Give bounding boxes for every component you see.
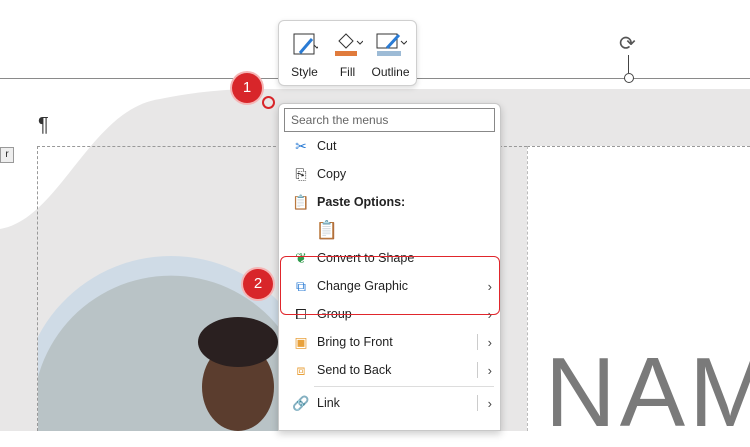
outline-pen-icon (375, 27, 407, 57)
highlight-box (280, 256, 500, 315)
rotate-handle-icon[interactable]: ⟳ (619, 33, 636, 55)
fill-button[interactable]: Fill (328, 27, 367, 85)
copy-icon: ⎘ (295, 165, 307, 182)
chevron-right-icon[interactable]: › (488, 335, 492, 350)
menu-item-paste-options: 📋 Paste Options: (279, 188, 500, 216)
anchor-tag: r (0, 147, 14, 163)
rotate-line (628, 55, 629, 73)
style-icon (292, 27, 318, 57)
name-heading[interactable]: NAM (545, 343, 750, 441)
callout-badge-1: 1 (232, 73, 262, 103)
split-divider (477, 362, 478, 378)
search-menus-input[interactable]: Search the menus (284, 108, 495, 132)
split-divider (477, 395, 478, 411)
style-button[interactable]: Style (285, 27, 324, 85)
chevron-right-icon[interactable]: › (488, 396, 492, 411)
bring-front-icon: ▣ (294, 333, 308, 350)
chevron-right-icon[interactable]: › (488, 363, 492, 378)
menu-item-cut[interactable]: ✂ Cut (279, 132, 500, 160)
send-back-icon: ⧈ (296, 361, 306, 378)
mini-toolbar: Style Fill Outline (278, 20, 417, 86)
paragraph-mark: ¶ (38, 114, 49, 136)
callout-badge-2: 2 (243, 269, 273, 299)
selection-handle[interactable] (262, 96, 275, 109)
menu-item-link[interactable]: 🔗 Link › (279, 389, 500, 417)
link-icon: 🔗 (292, 394, 310, 411)
paste-option-button[interactable]: 📋 (279, 216, 500, 244)
split-divider (477, 334, 478, 350)
outline-button[interactable]: Outline (371, 27, 410, 85)
paste-icon: 📋 (292, 193, 310, 210)
paste-keep-icon: 📋 (315, 219, 339, 240)
menu-divider (314, 386, 494, 387)
resize-handle[interactable] (624, 73, 634, 83)
scissors-icon: ✂ (295, 137, 307, 154)
menu-item-copy[interactable]: ⎘ Copy (279, 160, 500, 188)
menu-item-bring-to-front[interactable]: ▣ Bring to Front › (279, 328, 500, 356)
fill-bucket-icon (333, 27, 363, 57)
menu-item-send-to-back[interactable]: ⧈ Send to Back › (279, 356, 500, 384)
